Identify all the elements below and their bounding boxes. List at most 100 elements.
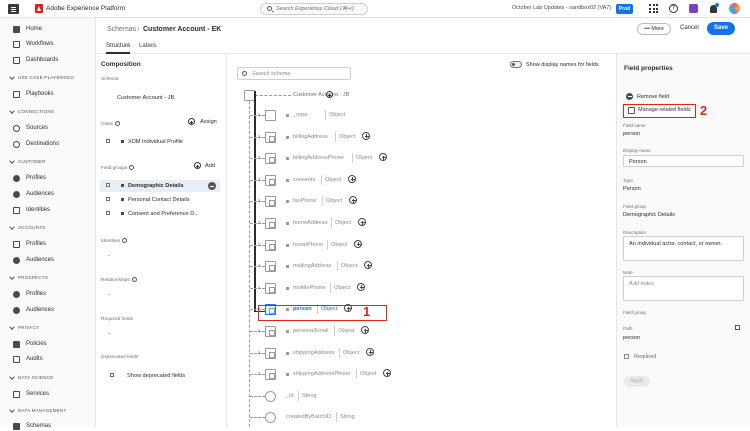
- schema-search-input[interactable]: Search schema: [237, 67, 351, 80]
- sidebar-item-account-audiences[interactable]: Audiences: [13, 255, 54, 265]
- sidebar-item-profiles[interactable]: Profiles: [13, 173, 46, 183]
- show-deprecated-label[interactable]: Show deprecated fields: [127, 373, 185, 379]
- tree-node[interactable]: › mailingAddress Object: [250, 261, 516, 273]
- add-field-icon[interactable]: [366, 347, 374, 356]
- sidebar-item-policies[interactable]: Policies: [13, 339, 47, 349]
- schema-value[interactable]: Customer Account - JB: [117, 95, 174, 101]
- display-names-toggle[interactable]: [510, 61, 522, 68]
- sidebar-section-accounts[interactable]: ACCOUNTS: [10, 225, 45, 230]
- copy-icon[interactable]: [735, 325, 740, 330]
- field-group-item[interactable]: Consent and Preference D...: [128, 211, 199, 217]
- feedback-icon[interactable]: [689, 4, 698, 13]
- info-icon[interactable]: [131, 277, 137, 282]
- field-name[interactable]: shippingAddress: [293, 350, 334, 356]
- chevron-right-icon[interactable]: ›: [258, 242, 260, 248]
- class-checkbox[interactable]: [106, 139, 110, 143]
- chevron-right-icon[interactable]: ›: [258, 263, 260, 269]
- sidebar-item-audits[interactable]: Audits: [13, 354, 43, 364]
- tree-node[interactable]: › shippingAddressPhone Object: [250, 369, 516, 381]
- field-name[interactable]: _id: [286, 393, 293, 399]
- chevron-right-icon[interactable]: ›: [258, 350, 260, 356]
- global-search-input[interactable]: Search Experience Cloud (⌘+/): [260, 3, 368, 15]
- field-name[interactable]: homePhone: [293, 242, 323, 248]
- chevron-right-icon[interactable]: ›: [258, 155, 260, 161]
- tab-labels[interactable]: Labels: [139, 43, 157, 49]
- sidebar-item-audiences[interactable]: Audiences: [13, 189, 54, 199]
- tree-node[interactable]: › mobilePhone Object: [250, 282, 516, 295]
- field-name[interactable]: shippingAddressPhone: [293, 371, 351, 377]
- tree-node[interactable]: › consents Object: [250, 174, 516, 187]
- info-icon[interactable]: [115, 121, 120, 126]
- required-checkbox[interactable]: [624, 354, 629, 359]
- tree-node[interactable]: › billingAddressPhone Object: [250, 153, 516, 165]
- add-field-icon[interactable]: [357, 282, 365, 291]
- tree-node[interactable]: › homePhone Object: [250, 239, 516, 252]
- show-deprecated-checkbox[interactable]: [110, 373, 114, 377]
- sidebar-section-privacy[interactable]: PRIVACY: [10, 325, 39, 330]
- tree-node[interactable]: › shippingAddress Object: [250, 347, 516, 360]
- add-field-icon[interactable]: [379, 153, 387, 162]
- chevron-right-icon[interactable]: ›: [258, 198, 260, 204]
- add-field-icon[interactable]: [348, 174, 356, 183]
- note-textarea[interactable]: Add notes: [623, 276, 744, 301]
- more-button[interactable]: ••• More: [637, 23, 671, 35]
- chevron-right-icon[interactable]: ›: [258, 134, 260, 140]
- menu-icon[interactable]: [8, 4, 19, 14]
- sidebar-item-account-profiles[interactable]: Profiles: [13, 239, 46, 249]
- chevron-right-icon[interactable]: ›: [258, 220, 260, 226]
- sidebar-item-sources[interactable]: Sources: [13, 123, 48, 133]
- add-field-icon[interactable]: [349, 196, 357, 205]
- field-name[interactable]: faxPhone: [293, 198, 317, 204]
- tree-node[interactable]: › homeAddress Object: [250, 218, 516, 230]
- description-textarea[interactable]: An individual actor, contact, or owner.: [623, 236, 744, 261]
- assign-plus-icon[interactable]: [188, 118, 195, 125]
- apply-button[interactable]: Apply: [624, 376, 650, 387]
- sidebar-item-playbooks[interactable]: Playbooks: [13, 89, 54, 99]
- avatar[interactable]: [729, 3, 740, 14]
- sidebar-section-data-management[interactable]: DATA MANAGEMENT: [10, 408, 67, 413]
- add-field-icon[interactable]: [383, 369, 391, 378]
- add-field-group-button[interactable]: Add: [205, 163, 215, 169]
- field-name[interactable]: _repo: [293, 112, 307, 118]
- assign-button[interactable]: Assign: [200, 119, 217, 125]
- apps-grid-icon[interactable]: [649, 4, 658, 13]
- sidebar-item-schemas[interactable]: Schemas: [13, 421, 51, 431]
- add-field-root-icon[interactable]: [326, 91, 333, 98]
- remove-field-button[interactable]: Remove field: [626, 93, 669, 100]
- tree-node[interactable]: › personalEmail Object: [250, 326, 516, 338]
- display-name-input[interactable]: Person: [623, 155, 744, 167]
- org-switcher[interactable]: October Lab Updates - sandbox02 (VA7): [512, 5, 611, 11]
- field-name[interactable]: billingAddress: [293, 134, 328, 140]
- field-name[interactable]: personalEmail: [293, 328, 328, 334]
- field-group-item[interactable]: Personal Contact Details: [128, 197, 190, 203]
- info-icon[interactable]: [129, 165, 135, 170]
- sidebar-item-destinations[interactable]: Destinations: [13, 139, 59, 149]
- chevron-right-icon[interactable]: ›: [258, 285, 260, 291]
- field-name[interactable]: createdByBatchID: [286, 414, 331, 420]
- tree-node[interactable]: createdByBatchID String: [250, 412, 516, 424]
- sidebar-item-home[interactable]: Home: [13, 24, 42, 34]
- add-field-icon[interactable]: [354, 239, 362, 248]
- save-button[interactable]: Save: [707, 22, 735, 35]
- chevron-right-icon[interactable]: ›: [258, 371, 260, 377]
- sidebar-section-connections[interactable]: CONNECTIONS: [10, 109, 54, 114]
- sidebar-section-customer[interactable]: CUSTOMER: [10, 159, 46, 164]
- add-field-icon[interactable]: [358, 218, 366, 226]
- breadcrumb-schemas[interactable]: Schemas: [107, 26, 136, 33]
- manage-related-fields-button[interactable]: Manage related fields: [638, 107, 691, 113]
- field-group-checkbox[interactable]: [106, 197, 110, 201]
- sidebar-item-dashboards[interactable]: Dashboards: [13, 55, 58, 65]
- env-badge[interactable]: Prod: [616, 4, 633, 14]
- add-field-icon[interactable]: [362, 131, 370, 140]
- add-plus-icon[interactable]: [194, 162, 201, 169]
- field-name[interactable]: billingAddressPhone: [293, 155, 344, 161]
- tree-node[interactable]: › faxPhone Object: [250, 196, 516, 208]
- sidebar-section-data-science[interactable]: DATA SCIENCE: [10, 375, 53, 380]
- tree-node[interactable]: _id String: [250, 390, 516, 403]
- remove-field-group-icon[interactable]: [208, 182, 216, 190]
- tree-node[interactable]: › billingAddress Object: [250, 131, 516, 144]
- info-icon[interactable]: [122, 238, 128, 243]
- field-group-checkbox[interactable]: [106, 211, 110, 215]
- field-name[interactable]: homeAddress: [293, 220, 328, 226]
- field-name[interactable]: mobilePhone: [293, 285, 326, 291]
